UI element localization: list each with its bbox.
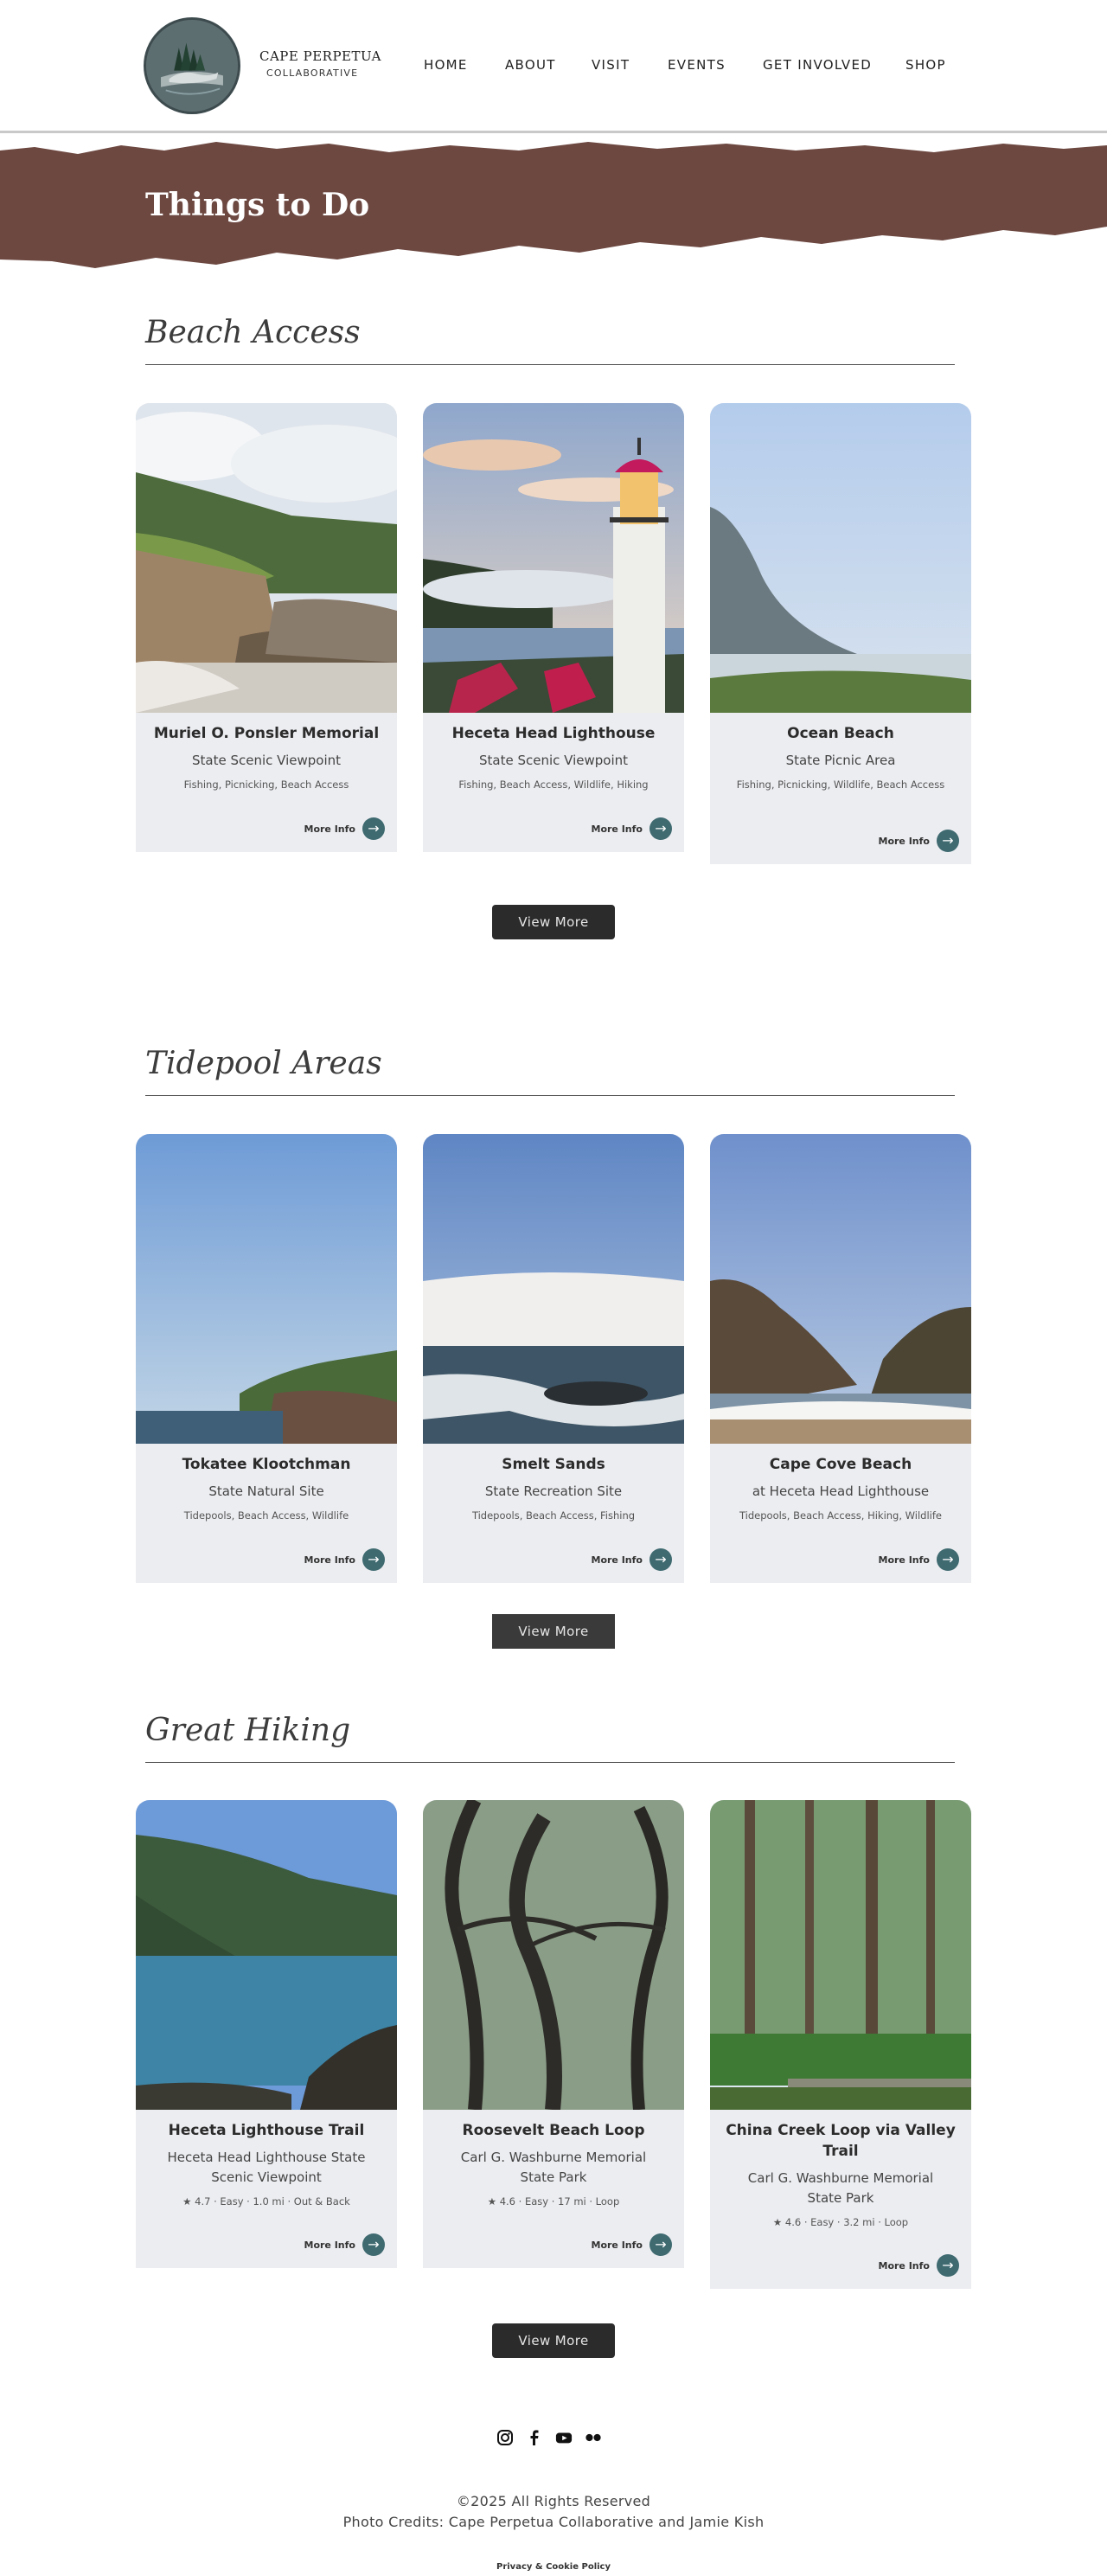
more-info-button[interactable]: More Info → — [878, 830, 959, 852]
card-subtitle: State Recreation Site — [484, 1483, 623, 1499]
section-title-great-hiking: Great Hiking — [145, 1713, 351, 1748]
view-more-button[interactable]: View More — [492, 905, 615, 939]
card-title: Tokatee Klootchman — [182, 1456, 351, 1473]
card-subtitle: State Scenic Viewpoint — [191, 753, 341, 768]
site-header: CAPE PERPETUA COLLABORATIVE HOME ABOUT V… — [0, 0, 1107, 133]
arrow-right-icon: → — [937, 830, 959, 852]
more-info-button[interactable]: More Info → — [591, 817, 672, 840]
card-image — [423, 1800, 684, 2110]
more-info-label: More Info — [304, 2239, 356, 2251]
card-title: China Creek Loop via Valley Trail — [726, 2122, 956, 2160]
card-title: Roosevelt Beach Loop — [462, 2122, 645, 2139]
social-links — [496, 2429, 602, 2446]
card-image — [136, 1134, 397, 1444]
card-image — [710, 1134, 971, 1444]
card-image — [136, 403, 397, 713]
card-image — [710, 1800, 971, 2110]
card-muriel-ponsler[interactable]: Muriel O. Ponsler Memorial State Scenic … — [136, 403, 397, 852]
card-title: Heceta Lighthouse Trail — [168, 2122, 365, 2139]
nav-events[interactable]: EVENTS — [668, 57, 726, 73]
more-info-label: More Info — [304, 1554, 356, 1566]
card-trail-stats: ★ 4.6 · Easy · 17 mi · Loop — [487, 2195, 620, 2208]
section-divider — [145, 364, 955, 365]
section-divider — [145, 1095, 955, 1096]
flickr-icon[interactable] — [585, 2429, 602, 2446]
card-tags: Tidepools, Beach Access, Fishing — [471, 1509, 636, 1522]
copyright-text: ©2025 All Rights Reserved — [456, 2493, 651, 2509]
privacy-policy-link[interactable]: Privacy & Cookie Policy — [0, 2562, 1107, 2572]
card-tags: Fishing, Picnicking, Beach Access — [183, 779, 349, 791]
section-title-tidepool-areas: Tidepool Areas — [145, 1046, 382, 1081]
more-info-label: More Info — [591, 2239, 643, 2251]
more-info-label: More Info — [591, 1554, 643, 1566]
view-more-button[interactable]: View More — [492, 1614, 615, 1649]
card-subtitle: Heceta Head Lighthouse State Scenic View… — [167, 2150, 366, 2185]
instagram-icon[interactable] — [496, 2429, 514, 2446]
card-image — [423, 403, 684, 713]
facebook-icon[interactable] — [526, 2429, 543, 2446]
nav-visit[interactable]: VISIT — [592, 57, 630, 73]
arrow-right-icon: → — [649, 817, 672, 840]
card-tokatee-klootchman[interactable]: Tokatee Klootchman State Natural Site Ti… — [136, 1134, 397, 1583]
card-heceta-head-lighthouse[interactable]: Heceta Head Lighthouse State Scenic View… — [423, 403, 684, 852]
card-trail-stats: ★ 4.7 · Easy · 1.0 mi · Out & Back — [182, 2195, 350, 2208]
card-subtitle: at Heceta Head Lighthouse — [752, 1483, 930, 1499]
arrow-right-icon: → — [362, 1548, 385, 1571]
card-image — [136, 1800, 397, 2110]
card-trail-stats: ★ 4.6 · Easy · 3.2 mi · Loop — [772, 2216, 909, 2228]
card-tags: Tidepools, Beach Access, Wildlife — [183, 1509, 349, 1522]
card-tags: Fishing, Picnicking, Wildlife, Beach Acc… — [736, 779, 945, 791]
view-more-button[interactable]: View More — [492, 2323, 615, 2358]
card-subtitle: State Scenic Viewpoint — [478, 753, 628, 768]
more-info-button[interactable]: More Info → — [304, 2233, 385, 2256]
nav-get-involved[interactable]: GET INVOLVED — [763, 57, 872, 73]
card-image — [423, 1134, 684, 1444]
youtube-icon[interactable] — [555, 2429, 573, 2446]
card-image — [710, 403, 971, 713]
card-title: Ocean Beach — [787, 725, 894, 742]
card-ocean-beach[interactable]: Ocean Beach State Picnic Area Fishing, P… — [710, 403, 971, 864]
card-title: Muriel O. Ponsler Memorial — [153, 725, 380, 742]
nav-home[interactable]: HOME — [424, 57, 468, 73]
main-nav: HOME ABOUT VISIT EVENTS GET INVOLVED SHO… — [0, 57, 1107, 78]
card-tags: Fishing, Beach Access, Wildlife, Hiking — [458, 779, 649, 791]
more-info-button[interactable]: More Info → — [591, 2233, 672, 2256]
more-info-button[interactable]: More Info → — [591, 1548, 672, 1571]
card-subtitle: State Natural Site — [208, 1483, 324, 1499]
card-title: Heceta Head Lighthouse — [451, 725, 656, 742]
arrow-right-icon: → — [937, 2254, 959, 2277]
card-subtitle: State Picnic Area — [785, 753, 896, 768]
more-info-label: More Info — [591, 823, 643, 835]
card-tags: Tidepools, Beach Access, Hiking, Wildlif… — [739, 1509, 942, 1522]
arrow-right-icon: → — [649, 2233, 672, 2256]
arrow-right-icon: → — [362, 2233, 385, 2256]
section-divider — [145, 1762, 955, 1763]
more-info-label: More Info — [878, 1554, 931, 1566]
nav-about[interactable]: ABOUT — [505, 57, 556, 73]
card-smelt-sands[interactable]: Smelt Sands State Recreation Site Tidepo… — [423, 1134, 684, 1583]
card-subtitle: Carl G. Washburne Memorial State Park — [460, 2150, 647, 2185]
card-cape-cove-beach[interactable]: Cape Cove Beach at Heceta Head Lighthous… — [710, 1134, 971, 1583]
card-roosevelt-beach-loop[interactable]: Roosevelt Beach Loop Carl G. Washburne M… — [423, 1800, 684, 2268]
arrow-right-icon: → — [362, 817, 385, 840]
card-subtitle: Carl G. Washburne Memorial State Park — [747, 2170, 934, 2206]
card-china-creek-loop[interactable]: China Creek Loop via Valley Trail Carl G… — [710, 1800, 971, 2289]
more-info-button[interactable]: More Info → — [304, 1548, 385, 1571]
card-title: Cape Cove Beach — [769, 1456, 912, 1473]
page-title: Things to Do — [145, 187, 370, 223]
more-info-label: More Info — [878, 2259, 931, 2272]
photo-credits: Photo Credits: Cape Perpetua Collaborati… — [342, 2514, 765, 2530]
more-info-button[interactable]: More Info → — [304, 817, 385, 840]
arrow-right-icon: → — [649, 1548, 672, 1571]
page-banner: Things to Do — [0, 138, 1107, 284]
section-title-beach-access: Beach Access — [145, 315, 361, 350]
more-info-label: More Info — [878, 835, 931, 847]
card-heceta-lighthouse-trail[interactable]: Heceta Lighthouse Trail Heceta Head Ligh… — [136, 1800, 397, 2268]
more-info-button[interactable]: More Info → — [878, 2254, 959, 2277]
nav-shop[interactable]: SHOP — [905, 57, 946, 73]
arrow-right-icon: → — [937, 1548, 959, 1571]
card-title: Smelt Sands — [502, 1456, 605, 1473]
more-info-button[interactable]: More Info → — [878, 1548, 959, 1571]
more-info-label: More Info — [304, 823, 356, 835]
